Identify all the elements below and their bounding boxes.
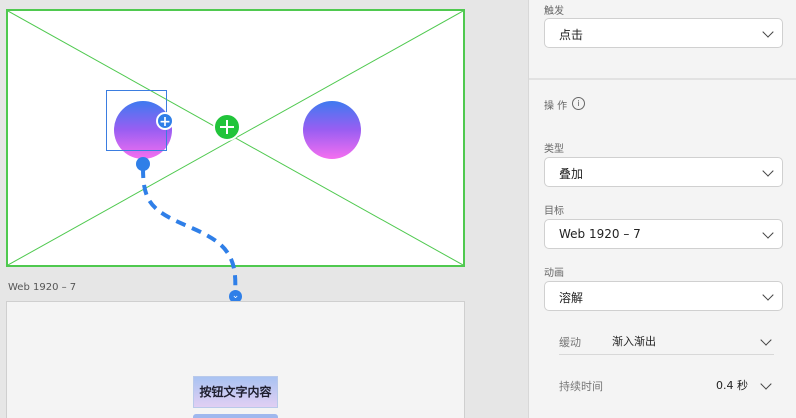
chevron-down-icon: [762, 165, 774, 177]
chevron-down-icon: [760, 334, 772, 346]
move-icon[interactable]: [213, 113, 241, 141]
interaction-panel: 触发 点击 操 作 i 类型 叠加 目标 Web 1920 – 7 动画 溶解 …: [528, 0, 796, 418]
chevron-down-icon: [762, 26, 774, 38]
animation-dropdown[interactable]: 溶解: [544, 281, 783, 311]
prototype-button[interactable]: 按钮文字内容: [193, 376, 278, 408]
duration-row[interactable]: 持续时间 0.4 秒: [559, 374, 774, 398]
easing-row[interactable]: 缓动 渐入渐出: [559, 330, 774, 355]
action-label: 操 作: [544, 101, 568, 112]
animation-value: 溶解: [559, 291, 584, 305]
chevron-down-icon: [762, 289, 774, 301]
trigger-dropdown[interactable]: 点击: [544, 18, 783, 48]
easing-value: 渐入渐出: [612, 335, 656, 348]
chevron-down-icon: [760, 378, 772, 390]
target-value: Web 1920 – 7: [559, 227, 641, 241]
type-value: 叠加: [559, 167, 584, 181]
easing-label: 缓动: [559, 336, 581, 349]
type-dropdown[interactable]: 叠加: [544, 157, 783, 187]
add-interaction-button[interactable]: +: [156, 112, 174, 130]
chevron-down-icon: [762, 227, 774, 239]
design-canvas[interactable]: + ⌄ Web 1920 – 7 按钮文字内容: [0, 0, 528, 418]
artboard-title[interactable]: Web 1920 – 7: [8, 282, 76, 293]
type-label: 类型: [544, 144, 564, 155]
duration-value: 0.4 秒: [716, 379, 748, 392]
wire-handle[interactable]: [136, 157, 150, 171]
info-icon[interactable]: i: [572, 97, 585, 110]
gradient-circle[interactable]: [303, 101, 361, 159]
divider: [529, 78, 796, 80]
target-label: 目标: [544, 206, 564, 217]
trigger-value: 点击: [559, 28, 584, 42]
trigger-label: 触发: [544, 6, 564, 17]
duration-label: 持续时间: [559, 380, 603, 393]
prototype-button-2[interactable]: [193, 414, 278, 418]
target-dropdown[interactable]: Web 1920 – 7: [544, 219, 783, 249]
animation-label: 动画: [544, 268, 564, 279]
